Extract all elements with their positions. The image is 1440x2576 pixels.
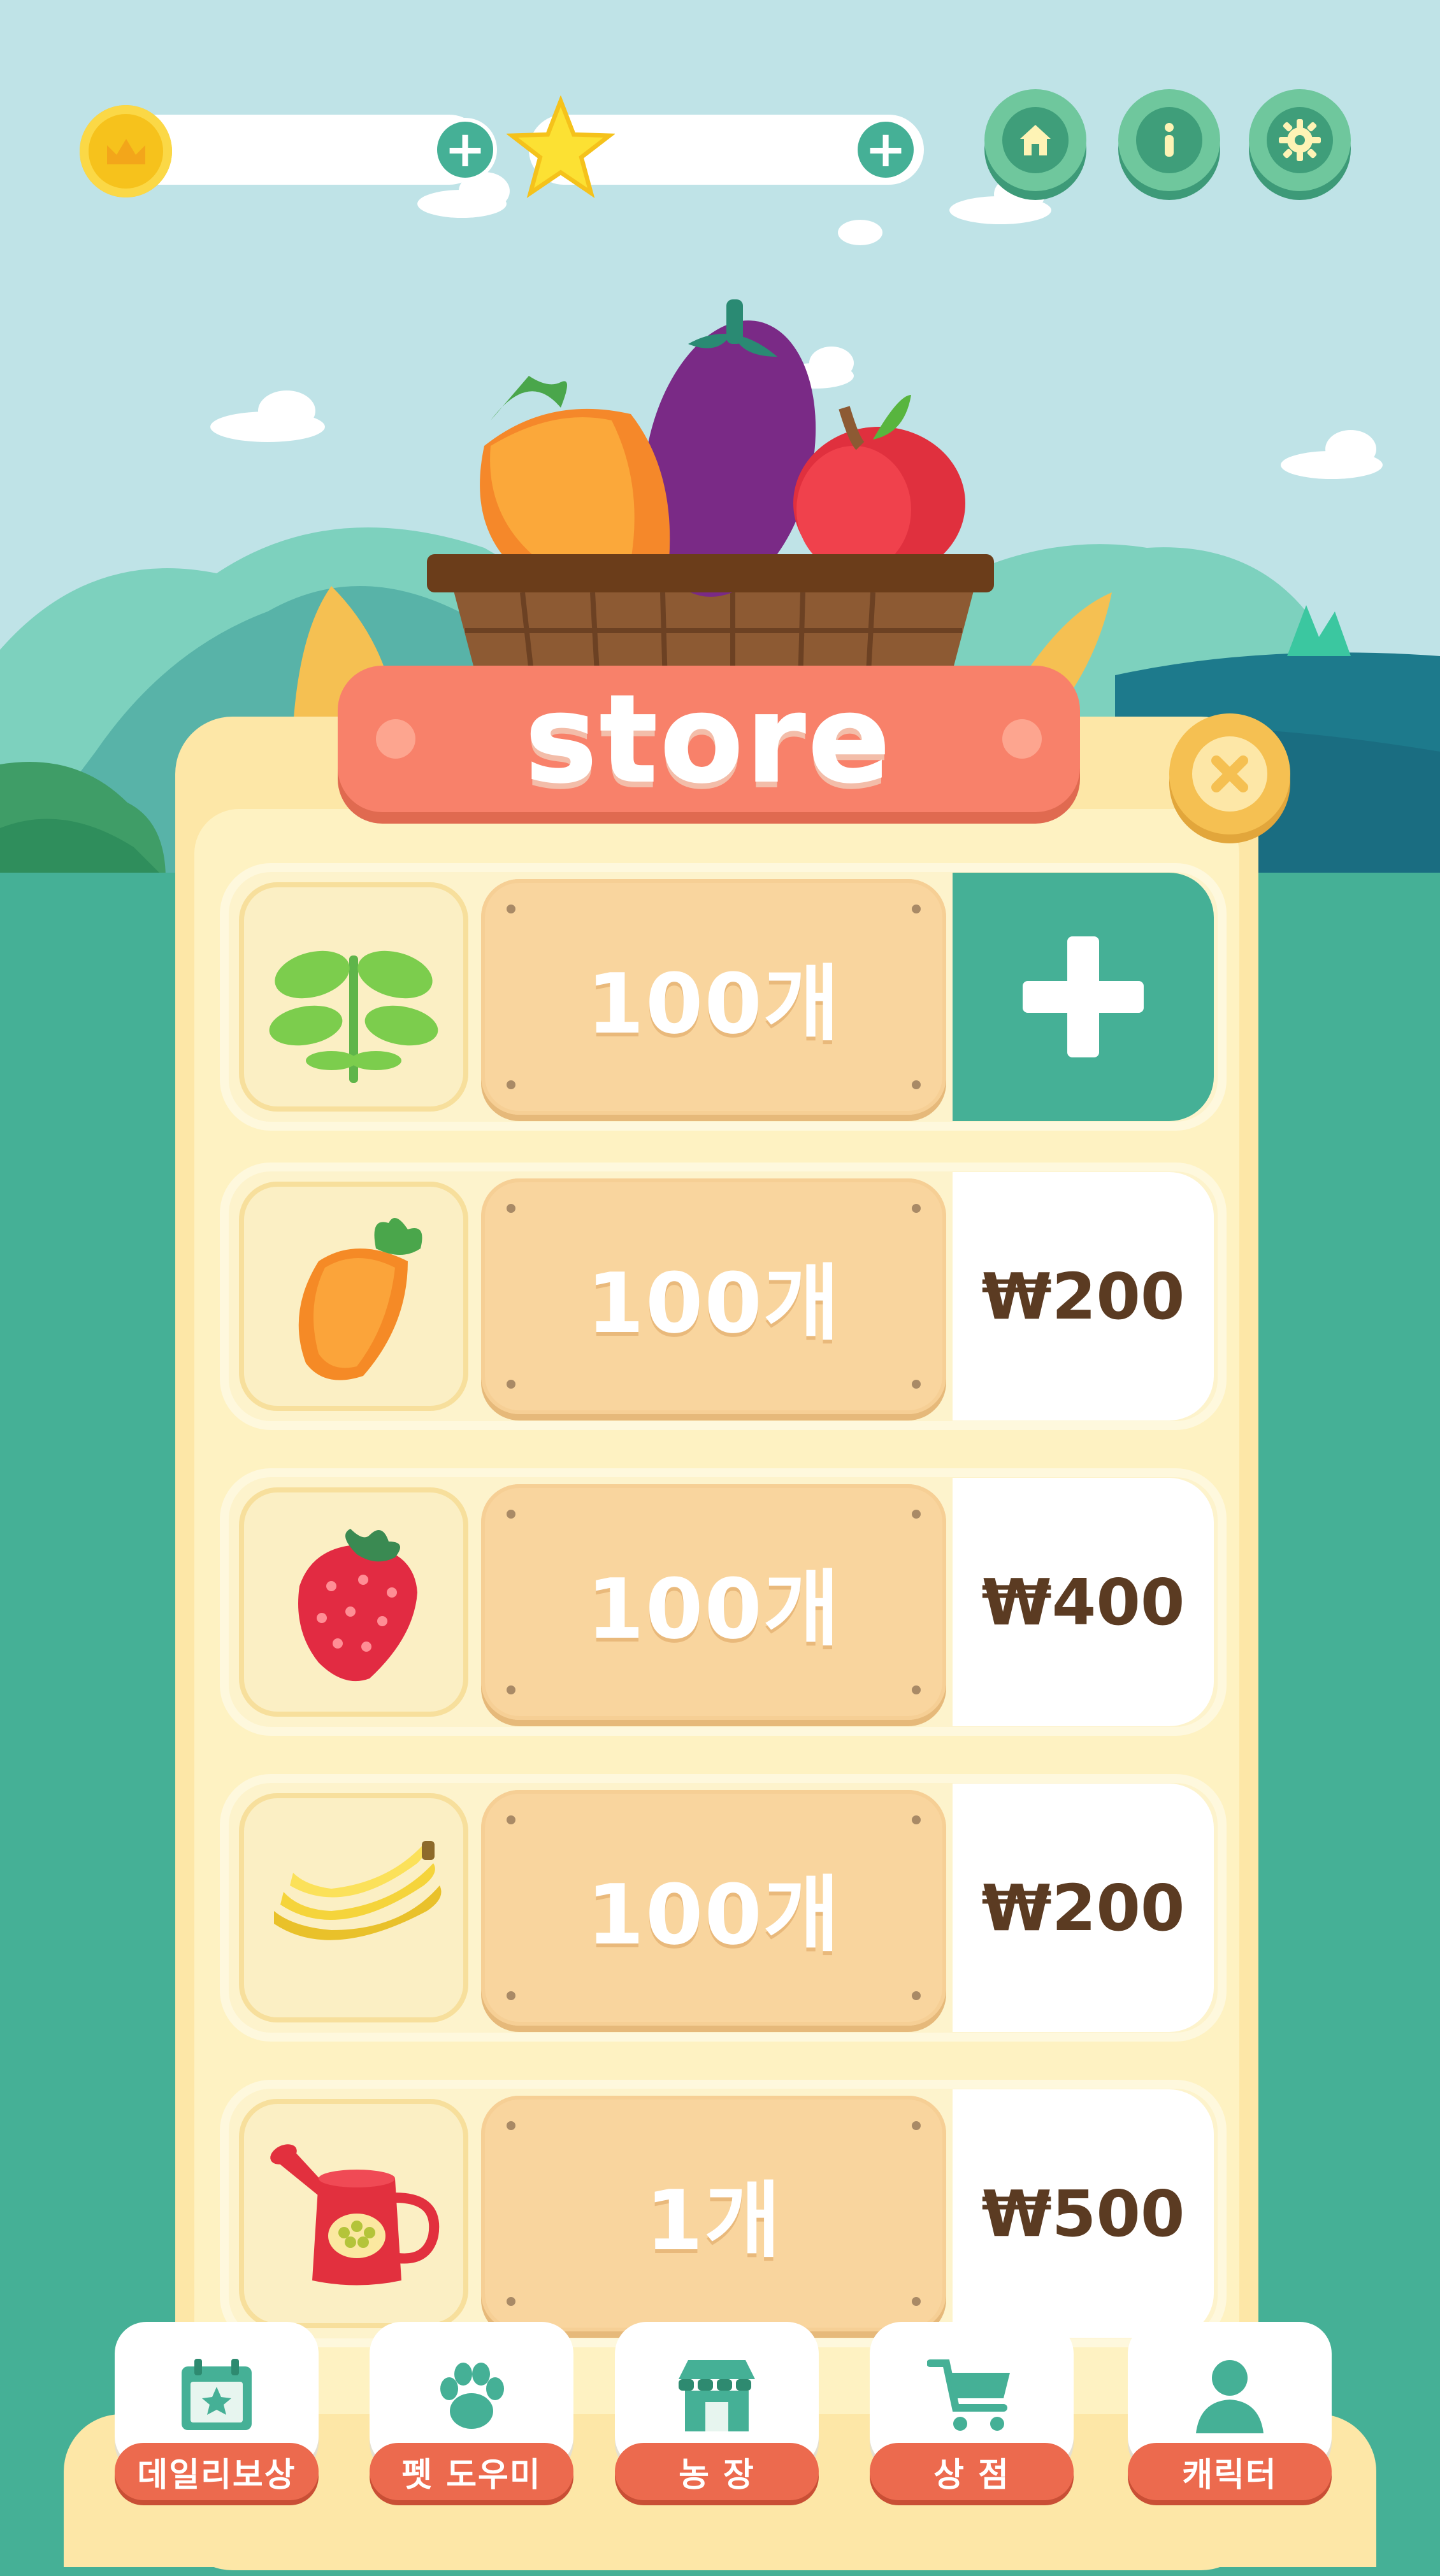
carrot-icon [298, 1218, 422, 1380]
store-banner: store [338, 666, 1080, 812]
banana-icon [274, 1841, 442, 1940]
item-quantity: 100개 [586, 1255, 841, 1352]
buy-button[interactable]: ₩200 [953, 1172, 1214, 1420]
buy-button[interactable]: ₩500 [953, 2089, 1214, 2338]
nav-character[interactable]: 캐릭터 [1128, 2322, 1332, 2503]
nav-pet-helper[interactable]: 펫 도우미 [370, 2322, 573, 2503]
plus-icon [1023, 936, 1144, 1057]
close-button[interactable] [1169, 713, 1290, 834]
banner-dot-right [1002, 719, 1042, 759]
item-quantity-box: 1개 [481, 2096, 946, 2331]
nav-label: 캐릭터 [1128, 2443, 1332, 2500]
watering-can-icon [270, 2144, 440, 2286]
nav-label: 데일리보상 [115, 2443, 319, 2500]
item-quantity-box: 100개 [481, 1484, 946, 1720]
item-quantity: 1개 [645, 2172, 782, 2269]
store-item-sprout: 100개 [220, 863, 1227, 1131]
home-button[interactable] [984, 89, 1086, 191]
item-quantity-box: 100개 [481, 1790, 946, 2026]
item-quantity-box: 100개 [481, 1178, 946, 1414]
nav-label: 상 점 [870, 2443, 1074, 2500]
buy-button[interactable]: ₩200 [953, 1784, 1214, 2032]
info-icon [1165, 123, 1174, 157]
crown-coin-icon [80, 105, 172, 197]
nav-label: 농 장 [615, 2443, 819, 2500]
home-icon [1020, 125, 1051, 155]
close-icon [1211, 755, 1248, 792]
nav-shop[interactable]: 상 점 [870, 2322, 1074, 2503]
calendar-icon [182, 2359, 252, 2430]
store-item-strawberry: 100개 ₩400 [220, 1468, 1227, 1736]
item-quantity: 100개 [586, 955, 841, 1052]
item-icon-box [239, 1487, 468, 1717]
add-item-button[interactable] [953, 873, 1214, 1121]
item-quantity: 100개 [586, 1866, 841, 1963]
add-stars-label: + [865, 121, 907, 178]
store-item-banana: 100개 ₩200 [220, 1774, 1227, 2042]
paw-icon [440, 2363, 504, 2429]
banner-dot-left [376, 719, 415, 759]
strawberry-icon [298, 1529, 417, 1682]
add-stars-button[interactable]: + [854, 118, 918, 182]
nav-farm[interactable]: 농 장 [615, 2322, 819, 2503]
sprout-icon [269, 950, 438, 1083]
item-icon-box [239, 1793, 468, 2022]
item-quantity-box: 100개 [481, 879, 946, 1115]
nav-label: 펫 도우미 [370, 2443, 573, 2500]
item-price: ₩500 [981, 2176, 1185, 2251]
item-quantity: 100개 [586, 1561, 841, 1657]
store-title: store [524, 668, 893, 810]
nav-daily-reward[interactable]: 데일리보상 [115, 2322, 319, 2503]
info-button[interactable] [1118, 89, 1220, 191]
item-icon-box [239, 882, 468, 1112]
buy-button[interactable]: ₩400 [953, 1478, 1214, 1726]
cart-icon [927, 2359, 1010, 2431]
star-icon [505, 95, 616, 204]
item-price: ₩200 [981, 1259, 1185, 1334]
user-icon [1196, 2360, 1264, 2433]
store-item-carrot: 100개 ₩200 [220, 1163, 1227, 1430]
settings-icon [1279, 119, 1321, 161]
store-item-watering-can: 1개 ₩500 [220, 2080, 1227, 2347]
item-icon-box [239, 2099, 468, 2328]
add-coins-button[interactable]: + [433, 118, 497, 182]
settings-button[interactable] [1249, 89, 1351, 191]
add-coins-label: + [444, 121, 486, 178]
farm-store-icon [679, 2360, 755, 2431]
item-icon-box [239, 1182, 468, 1411]
item-price: ₩200 [981, 1870, 1185, 1945]
item-price: ₩400 [981, 1564, 1185, 1640]
